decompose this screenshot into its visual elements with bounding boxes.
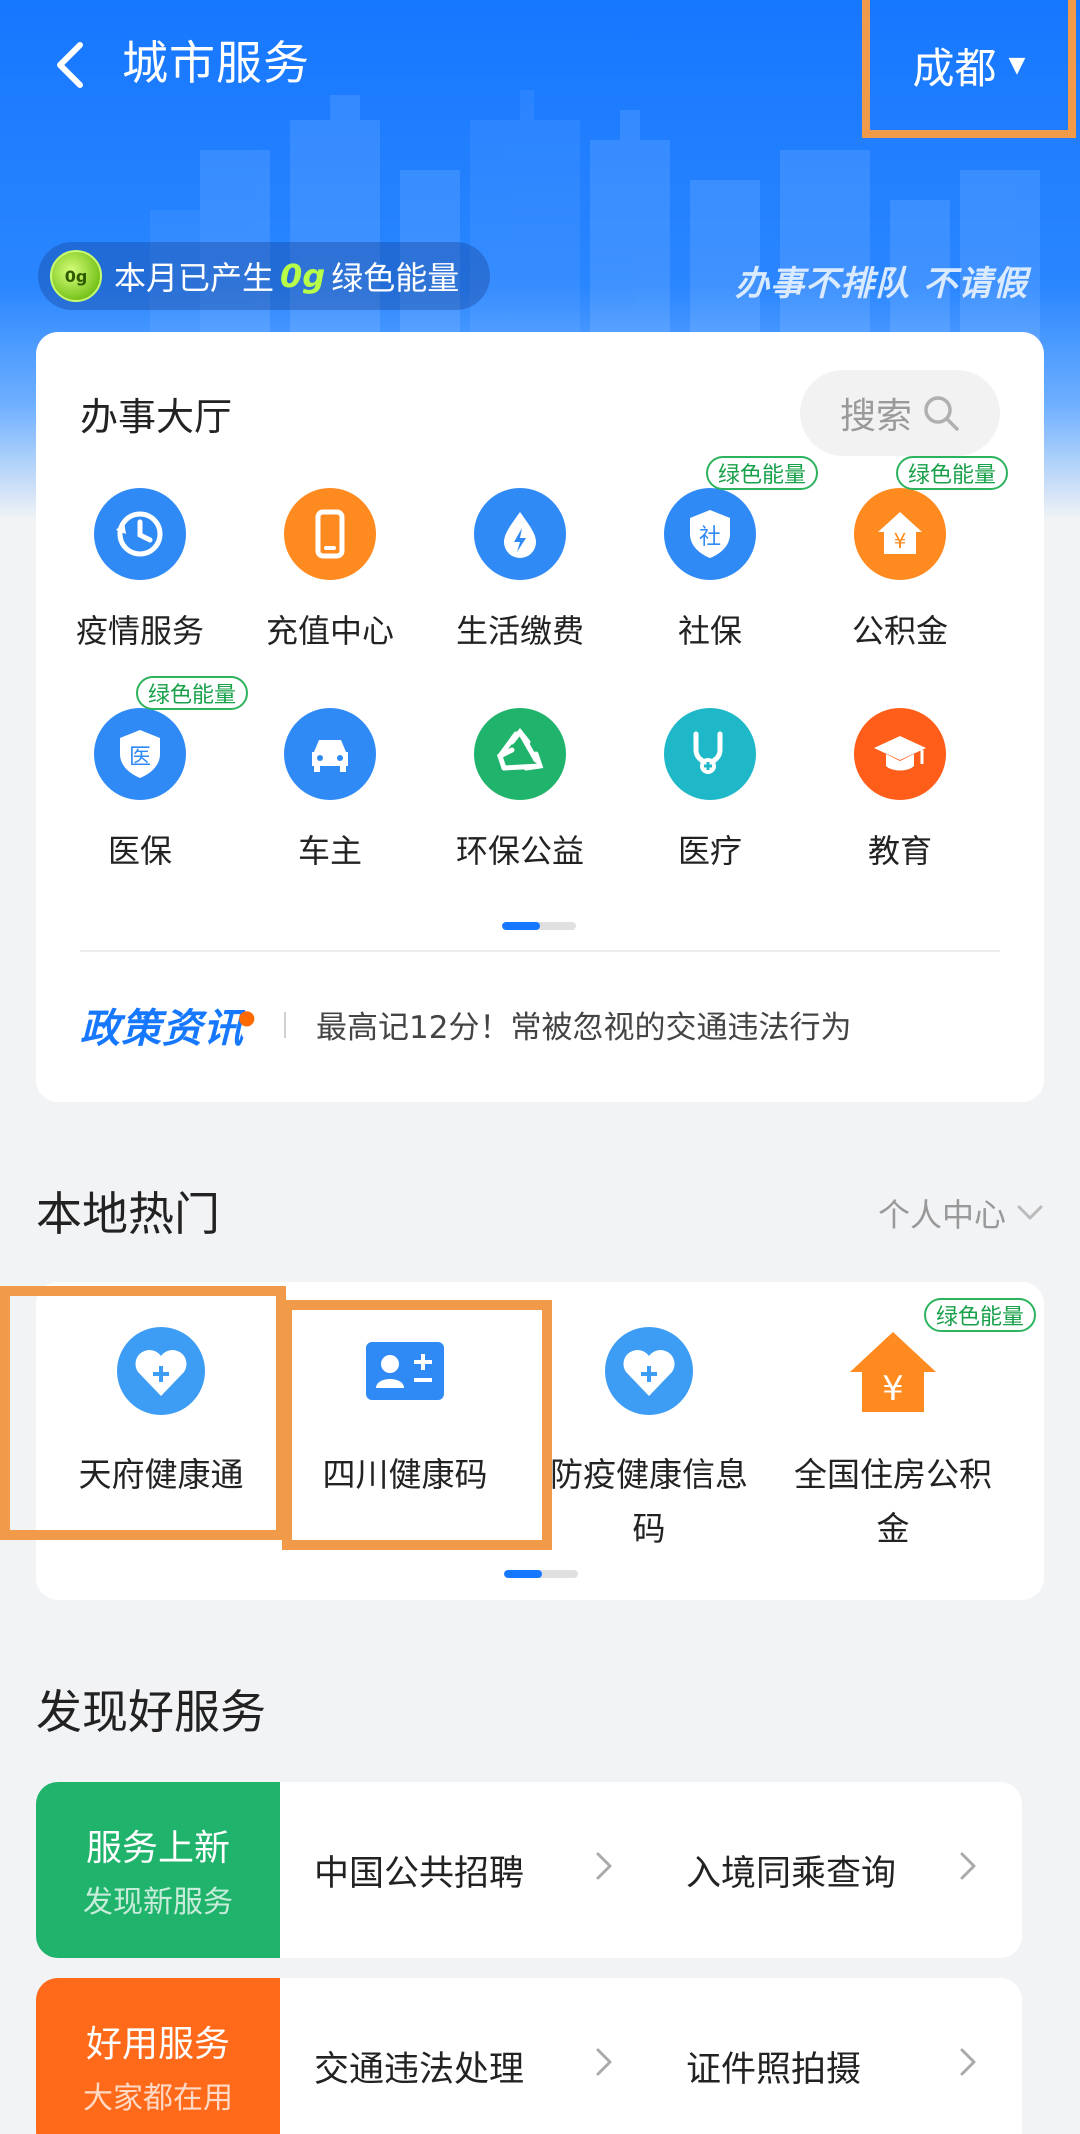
grid-item-bills[interactable]: 生活缴费: [420, 482, 620, 682]
grid-label: 环保公益: [455, 832, 584, 870]
house-yuan-icon: ¥: [846, 1324, 940, 1418]
graduation-cap-icon: [854, 708, 946, 800]
hot-item-national-housing-fund[interactable]: ¥ 全国住房公积金 绿色能量: [768, 1282, 1037, 1582]
grid-item-recharge[interactable]: 充值中心: [230, 482, 430, 682]
svg-text:¥: ¥: [882, 1369, 904, 1409]
badge-subtitle: 大家都在用: [83, 2081, 233, 2116]
grid-item-medical-insurance[interactable]: 医 医保 绿色能量: [40, 676, 249, 902]
new-service-badge[interactable]: 服务上新 发现新服务: [36, 1782, 280, 1958]
svg-text:¥: ¥: [894, 529, 907, 553]
energy-summary[interactable]: 0g 本月已产生 0g 绿色能量: [38, 242, 490, 310]
grid-item-education[interactable]: 教育: [800, 702, 1000, 902]
slogan-text: 办事不排队 不请假: [735, 264, 1028, 304]
grid-item-housing-fund[interactable]: ¥ 公积金 绿色能量: [800, 456, 1009, 682]
chevron-right-icon: [596, 1852, 612, 1880]
phone-icon: [284, 488, 376, 580]
service-row-new: 服务上新 发现新服务 中国公共招聘 入境同乘查询: [36, 1782, 1022, 1958]
grid-label: 充值中心: [265, 612, 394, 650]
grid-label: 公积金: [851, 612, 948, 650]
green-energy-tag: 绿色能量: [924, 1298, 1037, 1332]
grid-item-environment[interactable]: 环保公益: [420, 702, 620, 902]
chevron-down-icon: [1017, 1205, 1043, 1220]
stethoscope-icon: [664, 708, 756, 800]
highlight-box-tianfu: [0, 1286, 286, 1540]
discover-title: 发现好服务: [36, 1685, 266, 1739]
search-button[interactable]: 搜索: [800, 370, 1000, 456]
city-name: 成都: [912, 43, 997, 93]
page-indicator-active: [502, 922, 540, 930]
policy-news-headline[interactable]: 最高记12分！常被忽视的交通违法行为: [316, 1002, 851, 1047]
energy-ball-icon: 0g: [50, 250, 102, 302]
divider: [80, 950, 1000, 952]
green-energy-tag: 绿色能量: [896, 456, 1009, 490]
badge-subtitle: 发现新服务: [83, 1885, 233, 1920]
service-row-popular: 好用服务 大家都在用 交通违法处理 证件照拍摄: [36, 1978, 1022, 2134]
service-hall-card: 办事大厅 搜索 疫情服务 充值中心 生活缴费 社 社保 绿色能量 ¥ 公积金 绿…: [36, 332, 1044, 1102]
personal-center-label: 个人中心: [877, 1196, 1006, 1234]
water-drop-icon: [474, 488, 566, 580]
policy-separator: [284, 1012, 286, 1038]
chevron-right-icon: [596, 2048, 612, 2076]
caret-down-icon: ▼: [1008, 52, 1026, 78]
page-title: 城市服务: [122, 36, 310, 90]
heart-plus-icon: [602, 1324, 696, 1418]
chevron-left-icon: [57, 42, 83, 88]
energy-suffix: 绿色能量: [331, 259, 460, 297]
hot-item-label: 防疫健康信息码: [550, 1455, 748, 1548]
energy-value: 0g: [280, 257, 326, 295]
link-traffic-violation[interactable]: 交通违法处理: [314, 1978, 524, 2134]
hot-item-epidemic-health-code[interactable]: 防疫健康信息码: [524, 1282, 774, 1582]
city-selector[interactable]: 成都 ▼: [862, 0, 1076, 138]
grid-item-car-owner[interactable]: 车主: [230, 702, 430, 902]
grid-label: 生活缴费: [455, 612, 584, 650]
policy-news-logo: 政策资讯●: [80, 1005, 257, 1052]
popular-service-badge[interactable]: 好用服务 大家都在用: [36, 1978, 280, 2134]
page-indicator-active: [504, 1570, 542, 1578]
social-security-shield-icon: 社: [664, 488, 756, 580]
housing-fund-icon: ¥: [854, 488, 946, 580]
highlight-box-sichuan: [282, 1300, 552, 1550]
svg-text:医: 医: [129, 745, 151, 770]
medical-insurance-shield-icon: 医: [94, 708, 186, 800]
back-button[interactable]: [40, 30, 100, 100]
clock-history-icon: [94, 488, 186, 580]
energy-prefix: 本月已产生: [114, 259, 275, 297]
svg-text:社: 社: [699, 525, 721, 550]
grid-label: 教育: [867, 832, 932, 870]
grid-label: 疫情服务: [75, 612, 204, 650]
grid-item-epidemic[interactable]: 疫情服务: [40, 482, 240, 682]
grid-item-social-security[interactable]: 社 社保 绿色能量: [610, 456, 819, 682]
chevron-right-icon: [960, 1852, 976, 1880]
service-hall-title: 办事大厅: [80, 395, 233, 439]
personal-center-link[interactable]: 个人中心: [878, 1190, 1044, 1236]
grid-item-medical[interactable]: 医疗: [610, 702, 810, 902]
badge-title: 服务上新: [85, 1828, 230, 1869]
top-bar: 城市服务 成都 ▼: [0, 0, 1080, 138]
grid-label: 车主: [297, 832, 362, 870]
car-icon: [284, 708, 376, 800]
page-indicator: [502, 922, 576, 930]
local-hot-title: 本地热门: [36, 1187, 220, 1241]
hot-item-label: 全国住房公积金: [794, 1455, 992, 1548]
grid-label: 医疗: [677, 832, 742, 870]
hot-page-indicator: [504, 1570, 578, 1578]
link-id-photo[interactable]: 证件照拍摄: [686, 1978, 861, 2134]
link-entry-companion-query[interactable]: 入境同乘查询: [686, 1782, 896, 1958]
recycle-icon: [474, 708, 566, 800]
search-label: 搜索: [839, 396, 912, 437]
grid-label: 医保: [107, 832, 172, 870]
grid-label: 社保: [677, 612, 742, 650]
link-public-recruitment[interactable]: 中国公共招聘: [314, 1782, 524, 1958]
chevron-right-icon: [960, 2048, 976, 2076]
badge-title: 好用服务: [85, 2024, 230, 2065]
search-icon: [924, 396, 959, 431]
